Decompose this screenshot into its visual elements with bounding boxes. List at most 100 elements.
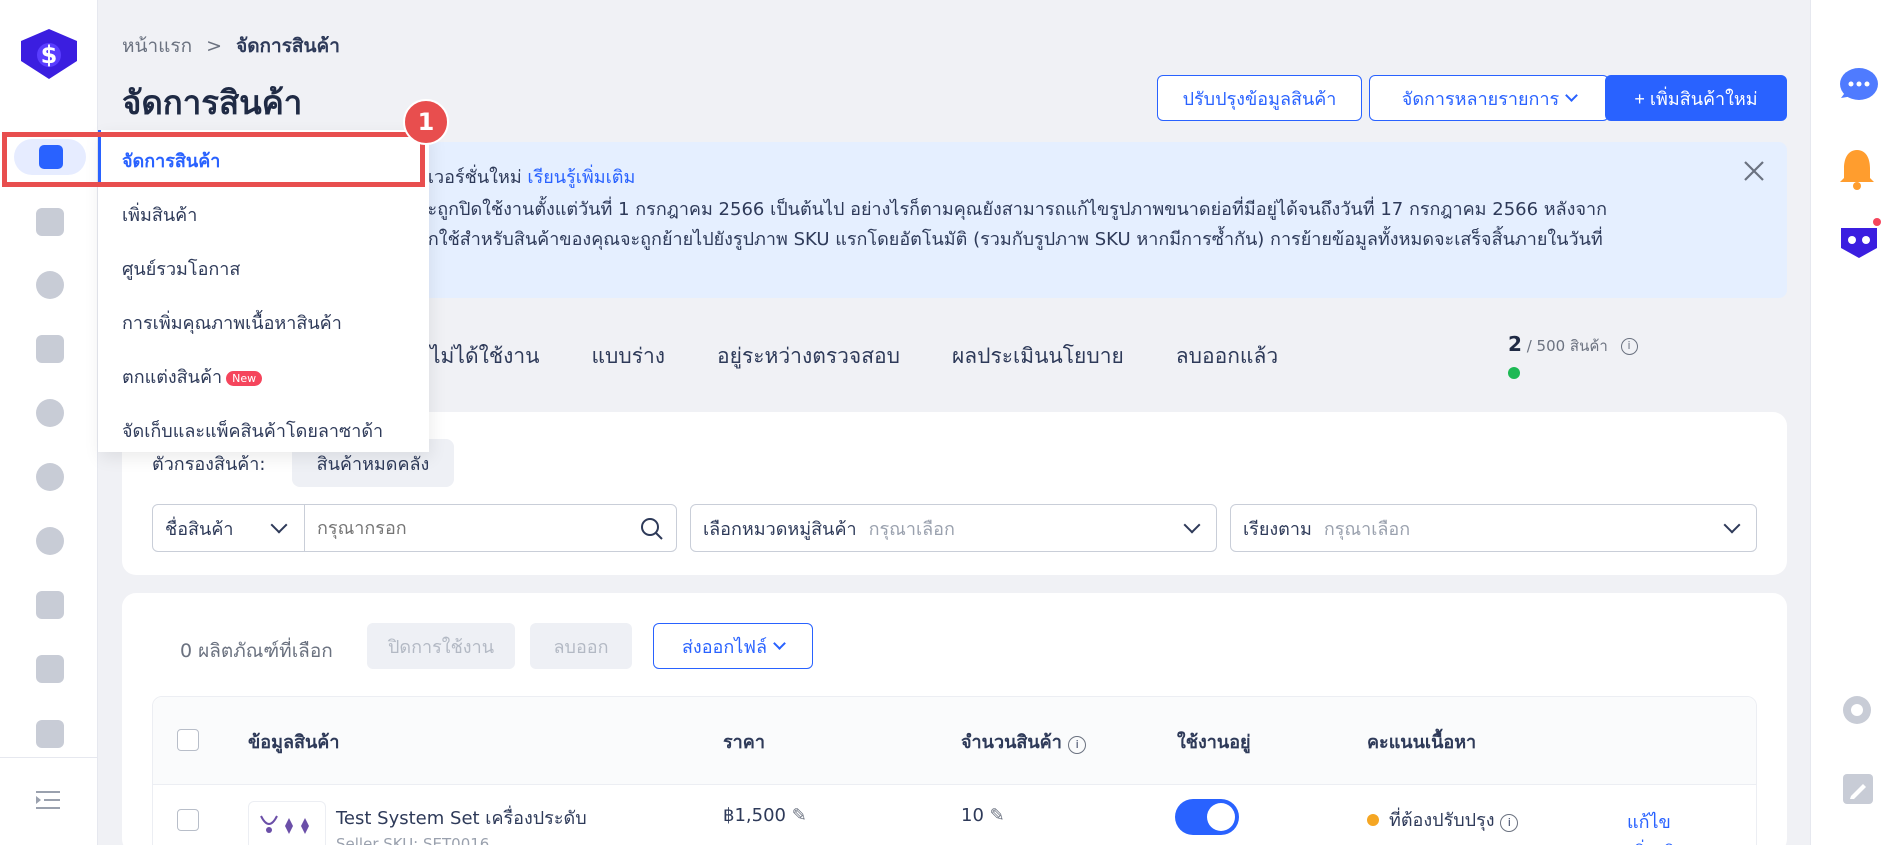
more-link[interactable]: เพิ่มเติม xyxy=(1627,837,1687,845)
new-badge: New xyxy=(226,370,263,386)
page-title: จัดการสินค้า xyxy=(122,83,303,122)
chevron-down-icon xyxy=(773,637,786,650)
orders-icon[interactable] xyxy=(36,208,64,236)
banner-text-1: กเวอร์ชั่นใหม่ xyxy=(417,167,522,188)
disable-button[interactable]: ปิดการใช้งาน xyxy=(367,623,515,669)
store-icon[interactable] xyxy=(36,655,64,683)
breadcrumb: หน้าแรก > จัดการสินค้า xyxy=(122,31,340,61)
name-type-select[interactable]: ชื่อสินค้า xyxy=(153,505,305,551)
breadcrumb-home[interactable]: หน้าแรก xyxy=(122,31,192,61)
analytics-icon[interactable] xyxy=(36,271,64,299)
col-product-info: ข้อมูลสินค้า xyxy=(248,732,340,753)
table-header: ข้อมูลสินค้า ราคา จำนวนสินค้า i ใช้งานอย… xyxy=(153,697,1756,785)
category-select[interactable]: เลือกหมวดหมู่สินค้า กรุณาเลือก xyxy=(690,504,1217,552)
menu-item-decorate-product[interactable]: ตกแต่งสินค้า New xyxy=(122,362,263,391)
assistant-bot-icon[interactable] xyxy=(1837,218,1881,266)
update-button-label: ปรับปรุงข้อมูลสินค้า xyxy=(1182,88,1337,109)
edit-note-icon[interactable] xyxy=(1843,774,1873,804)
col-quantity: จำนวนสินค้า i xyxy=(961,727,1087,756)
selected-count: 0 ผลิตภัณฑ์ที่เลือก xyxy=(180,640,333,662)
sort-placeholder: กรุณาเลือก xyxy=(1323,518,1411,540)
growth-icon[interactable] xyxy=(36,527,64,555)
add-new-product-button[interactable]: + เพิ่มสินค้าใหม่ xyxy=(1605,75,1787,121)
info-icon[interactable]: i xyxy=(1500,814,1519,832)
search-icon[interactable] xyxy=(640,517,664,541)
product-thumbnail[interactable] xyxy=(248,801,326,845)
edit-pencil-icon[interactable]: ✎ xyxy=(792,805,807,826)
banner-line-1: กเวอร์ชั่นใหม่ เรียนรู้เพิ่มเติม xyxy=(417,162,635,191)
product-name-search: ชื่อสินค้า xyxy=(152,504,677,552)
tab-inactive[interactable]: ไม่ได้ใช้งาน xyxy=(430,340,540,373)
qty-value: 10 xyxy=(961,805,984,826)
decorate-label: ตกแต่งสินค้า xyxy=(122,367,223,388)
quota-progress-bar xyxy=(1508,367,1788,379)
active-toggle[interactable] xyxy=(1175,799,1239,835)
marketing-icon[interactable] xyxy=(36,335,64,363)
close-icon[interactable] xyxy=(1743,160,1765,182)
lazada-seller-logo-icon[interactable]: $ xyxy=(19,27,79,81)
row-checkbox[interactable] xyxy=(177,809,199,831)
banner-line-2: จะถูกปิดใช้งานตั้งแต่วันที่ 1 กรกฎาคม 25… xyxy=(417,199,1608,220)
product-qty: 10 ✎ xyxy=(961,805,1005,826)
product-sku: Seller SKU: SET0016 xyxy=(336,835,490,845)
settings-gear-icon[interactable] xyxy=(1839,692,1875,728)
menu-item-add-product[interactable]: เพิ่มสินค้า xyxy=(122,200,197,229)
finance-icon[interactable] xyxy=(36,399,64,427)
wallet-icon[interactable] xyxy=(36,720,64,748)
product-name[interactable]: Test System Set เครื่องประดับ xyxy=(336,803,587,832)
chat-icon[interactable] xyxy=(1835,66,1879,106)
tab-under-review[interactable]: อยู่ระหว่างตรวจสอบ xyxy=(717,340,900,373)
left-nav-rail: $ xyxy=(0,0,98,845)
bulk-manage-button[interactable]: จัดการหลายรายการ xyxy=(1369,75,1609,121)
category-placeholder: กรุณาเลือก xyxy=(868,518,955,540)
svg-text:$: $ xyxy=(41,41,58,69)
export-file-button[interactable]: ส่งออกไฟล์ xyxy=(653,623,813,669)
product-table-card: 0 ผลิตภัณฑ์ที่เลือก ปิดการใช้งาน ลบออก ส… xyxy=(122,593,1787,845)
customer-care-icon[interactable] xyxy=(36,591,64,619)
add-button-label: + เพิ่มสินค้าใหม่ xyxy=(1634,88,1758,109)
breadcrumb-separator-icon: > xyxy=(206,35,223,57)
col-price: ราคา xyxy=(723,732,765,753)
highlight-box xyxy=(2,132,425,187)
info-icon[interactable]: i xyxy=(1068,736,1087,754)
sort-label: เรียงตาม xyxy=(1243,518,1312,540)
score-value: ที่ต้องปรับปรุง xyxy=(1389,810,1495,831)
status-tabs: ไม่ได้ใช้งาน แบบร่าง อยู่ระหว่างตรวจสอบ … xyxy=(430,340,1278,373)
menu-item-fulfilment-by-lazada[interactable]: จัดเก็บและแพ็คสินค้าโดยลาซาด้า xyxy=(122,416,383,445)
tab-deleted[interactable]: ลบออกแล้ว xyxy=(1176,340,1278,373)
quota-used: 2 xyxy=(1508,332,1522,356)
collapse-menu-icon[interactable] xyxy=(36,790,60,810)
select-all-checkbox[interactable] xyxy=(177,729,199,751)
edit-link[interactable]: แก้ไข xyxy=(1627,807,1671,836)
breadcrumb-current: จัดการสินค้า xyxy=(236,35,340,57)
product-price: ฿1,500 ✎ xyxy=(723,805,807,826)
banner-line-3: ถูกใช้สำหรับสินค้าของคุณจะถูกย้ายไปยังรู… xyxy=(417,229,1603,250)
chevron-down-icon xyxy=(1565,89,1579,102)
delete-button[interactable]: ลบออก xyxy=(530,623,632,669)
learn-more-link[interactable]: เรียนรู้เพิ่มเติม xyxy=(527,167,635,188)
category-label: เลือกหมวดหมู่สินค้า xyxy=(703,518,857,540)
col-content-score: คะแนนเนื้อหา xyxy=(1367,732,1477,753)
chevron-down-icon xyxy=(270,516,288,534)
info-icon[interactable]: i xyxy=(1620,338,1638,355)
content-score: ที่ต้องปรับปรุง i xyxy=(1367,805,1519,834)
tab-draft[interactable]: แบบร่าง xyxy=(592,340,666,373)
chevron-down-icon xyxy=(1183,516,1201,534)
tab-policy-review[interactable]: ผลประเมินนโยบาย xyxy=(952,340,1124,373)
menu-item-opportunity-center[interactable]: ศูนย์รวมโอกาส xyxy=(122,254,240,283)
chevron-down-icon xyxy=(1723,516,1741,534)
quota-progress-fill xyxy=(1508,367,1520,379)
bulk-button-label: จัดการหลายรายการ xyxy=(1401,88,1560,109)
export-label: ส่งออกไฟล์ xyxy=(681,636,768,658)
col-active: ใช้งานอยู่ xyxy=(1177,732,1251,753)
product-quota: 2 / 500 สินค้า i xyxy=(1508,332,1638,358)
update-product-info-button[interactable]: ปรับปรุงข้อมูลสินค้า xyxy=(1157,75,1362,121)
sort-select[interactable]: เรียงตาม กรุณาเลือก xyxy=(1230,504,1757,552)
payments-icon[interactable] xyxy=(36,463,64,491)
product-name-input[interactable] xyxy=(305,505,625,551)
col-quantity-label: จำนวนสินค้า xyxy=(961,732,1062,753)
menu-item-content-quality[interactable]: การเพิ่มคุณภาพเนื้อหาสินค้า xyxy=(122,308,342,337)
edit-pencil-icon[interactable]: ✎ xyxy=(990,805,1005,826)
status-dot-icon xyxy=(1367,814,1379,826)
notification-bell-icon[interactable] xyxy=(1839,148,1875,190)
